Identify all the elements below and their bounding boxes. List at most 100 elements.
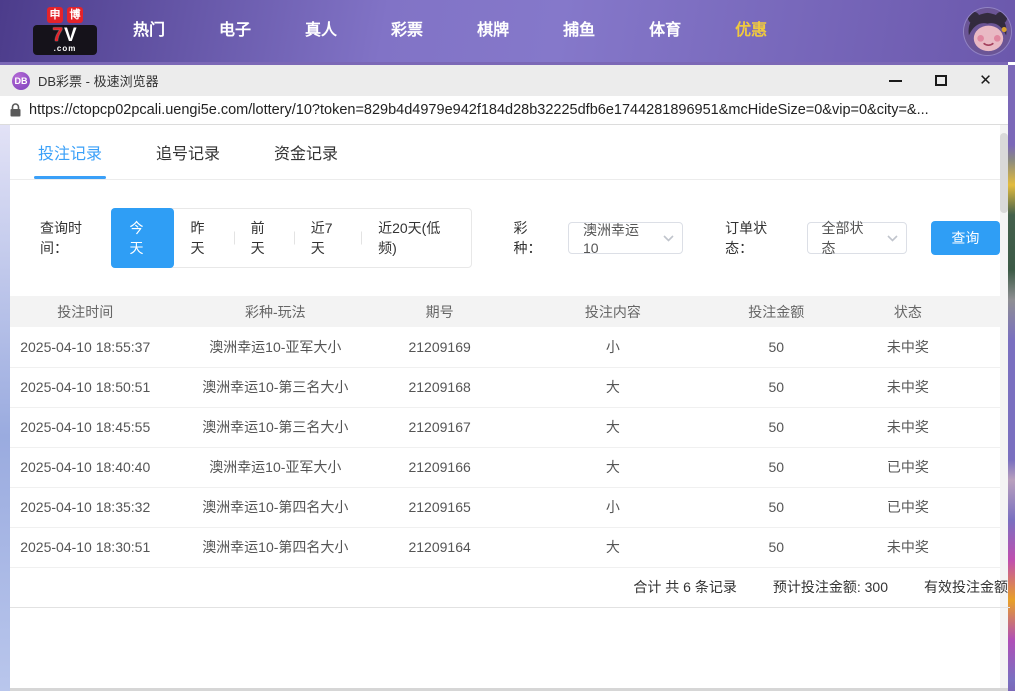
cell-bet-amount: 50 — [737, 527, 816, 567]
record-tabs: 投注记录 追号记录 资金记录 — [10, 125, 1000, 180]
order-status-select[interactable]: 全部状态 — [807, 222, 907, 254]
tab[interactable]: 追号记录 — [156, 125, 220, 179]
window-title: DB彩票 - 极速浏览器 — [38, 71, 159, 90]
cell-game-play: 澳洲幸运10-第四名大小 — [160, 487, 390, 527]
lottery-select[interactable]: 澳洲幸运10 — [568, 222, 683, 254]
tab[interactable]: 资金记录 — [274, 125, 338, 179]
logo-com: .com — [37, 45, 93, 53]
time-range-option[interactable]: 昨天 — [174, 209, 234, 267]
avatar-illustration — [964, 8, 1011, 55]
chevron-down-icon — [663, 235, 674, 242]
close-icon: ✕ — [979, 73, 992, 88]
cell-bet-content: 小 — [489, 487, 737, 527]
table-row: 2025-04-10 18:35:32 澳洲幸运10-第四名大小 2120916… — [10, 487, 1000, 527]
cell-issue: 21209165 — [390, 487, 489, 527]
url-bar[interactable]: https://ctopcp02pcali.uengi5e.com/lotter… — [0, 96, 1008, 125]
cell-bet-amount: 50 — [737, 487, 816, 527]
minimize-icon — [889, 80, 902, 82]
tab[interactable]: 投注记录 — [38, 125, 102, 179]
header-game-play: 彩种-玩法 — [160, 296, 390, 327]
status-filter-label: 订单状态： — [725, 218, 792, 258]
cell-issue: 21209166 — [390, 447, 489, 487]
cell-issue: 21209164 — [390, 527, 489, 567]
time-range-option[interactable]: 近20天(低频) — [361, 209, 470, 267]
cell-status: 未中奖 — [816, 327, 1000, 367]
nav-item[interactable]: 真人 — [291, 0, 351, 62]
lock-icon — [10, 103, 21, 117]
cell-game-play: 澳洲幸运10-亚军大小 — [160, 327, 390, 367]
cell-game-play: 澳洲幸运10-第四名大小 — [160, 527, 390, 567]
lottery-select-value: 澳洲幸运10 — [583, 220, 651, 256]
table-header: 投注时间 彩种-玩法 期号 投注内容 投注金额 状态 — [10, 296, 1000, 327]
cell-status: 已中奖 — [816, 487, 1000, 527]
minimize-button[interactable] — [873, 65, 918, 96]
cell-bet-content: 大 — [489, 367, 737, 407]
cell-bet-amount: 50 — [737, 367, 816, 407]
cell-bet-amount: 50 — [737, 407, 816, 447]
table-row: 2025-04-10 18:55:37 澳洲幸运10-亚军大小 21209169… — [10, 327, 1000, 367]
table-row: 2025-04-10 18:45:55 澳洲幸运10-第三名大小 2120916… — [10, 407, 1000, 447]
time-range-option[interactable]: 近7天 — [294, 209, 361, 267]
time-range-group: 今天 昨天 前天 近7天 近20天(低频) — [111, 208, 471, 268]
cell-bet-content: 大 — [489, 447, 737, 487]
scrollbar-thumb[interactable] — [1000, 133, 1008, 213]
nav-item[interactable]: 体育 — [635, 0, 695, 62]
time-filter-label: 查询时间： — [40, 218, 107, 258]
cell-bet-amount: 50 — [737, 447, 816, 487]
cell-status: 未中奖 — [816, 367, 1000, 407]
user-avatar[interactable] — [964, 8, 1011, 55]
window-controls: ✕ — [873, 65, 1008, 96]
cell-issue: 21209169 — [390, 327, 489, 367]
browser-app-icon: DB — [12, 72, 30, 90]
nav-item[interactable]: 彩票 — [377, 0, 437, 62]
table-row: 2025-04-10 18:30:51 澳洲幸运10-第四名大小 2120916… — [10, 527, 1000, 567]
nav-item[interactable]: 热门 — [119, 0, 179, 62]
cell-bet-content: 小 — [489, 327, 737, 367]
lottery-filter-label: 彩种： — [514, 218, 554, 258]
table-summary: 合计 共 6 条记录 预计投注金额: 300 有效投注金额 — [10, 568, 1010, 608]
summary-expected-amount: 预计投注金额: 300 — [773, 577, 888, 597]
filter-bar: 查询时间： 今天 昨天 前天 近7天 近20天(低频) 彩种： 澳洲幸运10 — [10, 180, 1000, 288]
logo-badge-bo: 博 — [67, 7, 83, 23]
logo-main: 7V .com — [33, 25, 97, 55]
cell-bet-content: 大 — [489, 527, 737, 567]
time-range-option[interactable]: 前天 — [234, 209, 294, 267]
close-button[interactable]: ✕ — [963, 65, 1008, 96]
site-menu: 热门 电子 真人 彩票 棋牌 捕鱼 体育 优惠 — [119, 0, 807, 62]
nav-item[interactable]: 电子 — [205, 0, 265, 62]
logo-badge-shen: 申 — [47, 7, 63, 23]
time-range-option[interactable]: 今天 — [111, 208, 173, 268]
cell-status: 未中奖 — [816, 407, 1000, 447]
cell-game-play: 澳洲幸运10-第三名大小 — [160, 407, 390, 447]
cell-bet-time: 2025-04-10 18:55:37 — [10, 327, 160, 367]
bet-records-table: 投注时间 彩种-玩法 期号 投注内容 投注金额 状态 2025-04-10 18… — [10, 296, 1000, 568]
maximize-button[interactable] — [918, 65, 963, 96]
chevron-down-icon — [887, 235, 898, 242]
search-button[interactable]: 查询 — [931, 221, 1000, 255]
cell-game-play: 澳洲幸运10-亚军大小 — [160, 447, 390, 487]
cell-game-play: 澳洲幸运10-第三名大小 — [160, 367, 390, 407]
site-logo[interactable]: 申 博 7V .com — [33, 7, 97, 55]
cell-bet-time: 2025-04-10 18:50:51 — [10, 367, 160, 407]
maximize-icon — [935, 75, 947, 86]
header-bet-amount: 投注金额 — [737, 296, 816, 327]
logo-v: V — [64, 25, 78, 46]
background-page-left-edge — [0, 125, 10, 691]
url-text: https://ctopcp02pcali.uengi5e.com/lotter… — [29, 102, 929, 118]
records-page: 投注记录 追号记录 资金记录 查询时间： 今天 昨天 前天 近7天 近20天(低… — [10, 125, 1000, 688]
screen: 申 博 7V .com 热门 电子 真人 彩票 棋牌 捕鱼 体育 — [0, 0, 1015, 691]
cell-status: 已中奖 — [816, 447, 1000, 487]
nav-item[interactable]: 优惠 — [721, 0, 781, 62]
cell-issue: 21209168 — [390, 367, 489, 407]
table-row: 2025-04-10 18:50:51 澳洲幸运10-第三名大小 2120916… — [10, 367, 1000, 407]
logo-7: 7 — [52, 25, 64, 46]
header-status: 状态 — [816, 296, 1000, 327]
header-bet-time: 投注时间 — [10, 296, 160, 327]
cell-bet-time: 2025-04-10 18:30:51 — [10, 527, 160, 567]
table-row: 2025-04-10 18:40:40 澳洲幸运10-亚军大小 21209166… — [10, 447, 1000, 487]
cell-bet-time: 2025-04-10 18:45:55 — [10, 407, 160, 447]
summary-total-records: 合计 共 6 条记录 — [633, 577, 736, 597]
order-status-value: 全部状态 — [822, 218, 875, 258]
nav-item[interactable]: 棋牌 — [463, 0, 523, 62]
nav-item[interactable]: 捕鱼 — [549, 0, 609, 62]
